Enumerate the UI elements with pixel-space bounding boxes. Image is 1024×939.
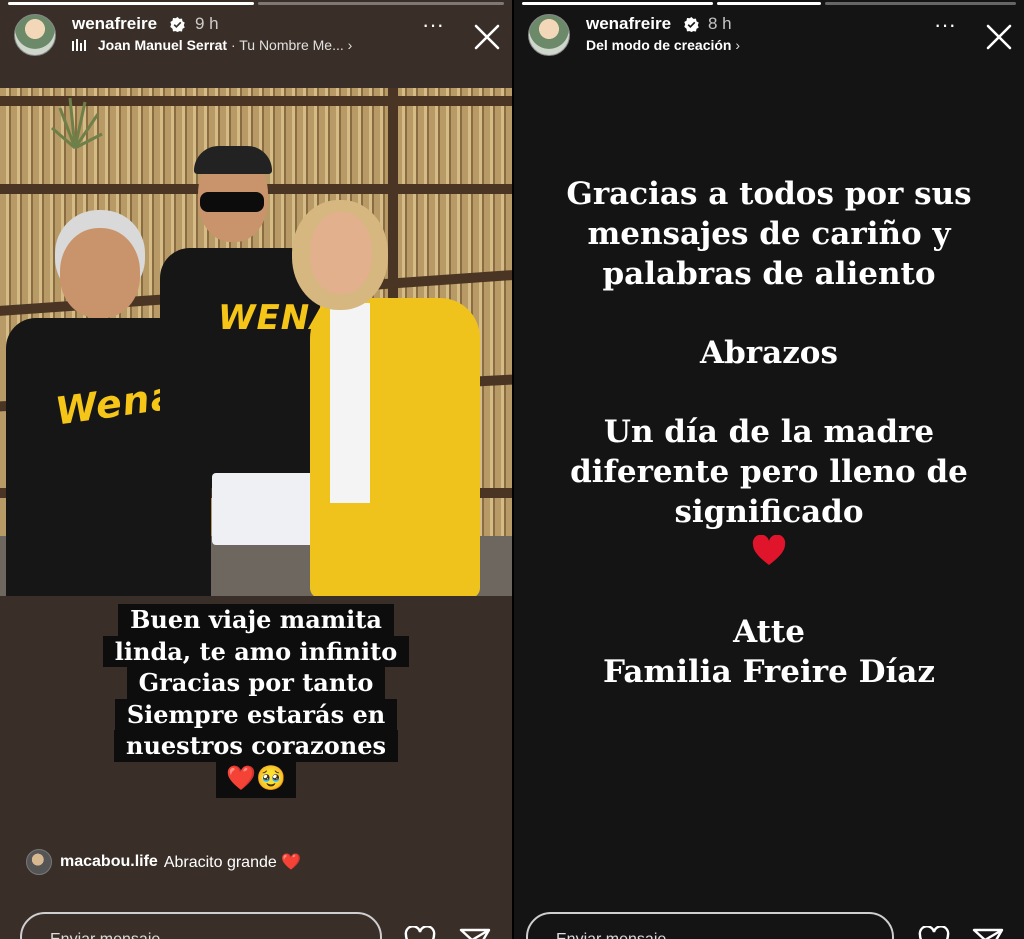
username[interactable]: wenafreire <box>72 14 157 34</box>
progress-segment <box>258 2 504 5</box>
post-time: 8 h <box>708 14 732 33</box>
caption-line: Gracias por tanto <box>126 667 386 699</box>
verified-badge-icon <box>170 17 185 32</box>
caption-line: nuestros corazones <box>114 730 398 762</box>
caption-line: linda, te amo infinito <box>102 635 410 667</box>
post-time: 9 h <box>195 14 219 33</box>
send-icon[interactable] <box>972 926 1004 939</box>
progress-segment <box>522 2 713 5</box>
heart-emoji <box>752 535 786 565</box>
send-icon[interactable] <box>459 926 491 939</box>
mention-username[interactable]: macabou.life <box>60 853 158 871</box>
heart-icon[interactable] <box>404 926 436 939</box>
music-artist: Joan Manuel Serrat <box>97 37 228 53</box>
mention-reply[interactable]: macabou.life Abracito grande ❤️ <box>26 849 301 875</box>
story-text-block: Gracias a todos por sus mensajes de cari… <box>514 174 1024 294</box>
mention-text: Abracito grande ❤️ <box>163 854 302 871</box>
music-bars-icon <box>72 39 86 51</box>
story-photo: Wena! WENA <box>0 88 512 596</box>
story-progress-bar <box>8 2 504 5</box>
music-info[interactable]: Joan Manuel Serrat · Tu Nombre Me... › <box>72 37 352 53</box>
avatar <box>26 849 52 875</box>
caption-line: Buen viaje mamita <box>118 604 394 636</box>
more-options-icon[interactable]: ··· <box>420 14 446 38</box>
story-panel-right[interactable]: wenafreire 8 h Del modo de creación › ··… <box>514 0 1024 939</box>
story-text-line: Familia Freire Díaz <box>603 654 935 690</box>
story-text-line: diferente pero lleno de <box>570 454 968 490</box>
story-text-block: Abrazos <box>514 333 1024 373</box>
story-text-line: Atte <box>733 614 805 650</box>
close-icon[interactable] <box>984 22 1014 52</box>
story-text-line: Abrazos <box>700 335 838 371</box>
caption-emoji: ❤️🥹 <box>216 761 296 798</box>
story-panel-left[interactable]: wenafreire 9 h Joan Manuel Serrat · Tu N… <box>0 0 512 939</box>
story-text-line: Un día de la madre <box>603 414 935 450</box>
story-header: wenafreire 9 h Joan Manuel Serrat · Tu N… <box>14 12 502 58</box>
story-text-line: significado <box>674 494 864 530</box>
story-progress-bar <box>522 2 1017 5</box>
subtitle: Del modo de creación <box>586 37 732 53</box>
message-input[interactable]: Enviar mensaje <box>526 912 894 939</box>
verified-badge-icon <box>684 17 699 32</box>
heart-icon[interactable] <box>918 926 950 939</box>
story-text-line: palabras de aliento <box>602 256 936 292</box>
story-header: wenafreire 8 h Del modo de creación › ··… <box>528 12 1014 58</box>
music-song: · Tu Nombre Me... <box>230 37 344 53</box>
progress-segment <box>825 2 1017 5</box>
story-caption: Buen viaje mamita linda, te amo infinito… <box>97 604 415 798</box>
plant-decoration <box>51 97 103 150</box>
progress-segment <box>8 2 254 5</box>
avatar[interactable] <box>14 14 56 56</box>
story-text-block: Atte Familia Freire Díaz <box>514 612 1024 692</box>
more-options-icon[interactable]: ··· <box>932 14 958 38</box>
close-icon[interactable] <box>472 22 502 52</box>
story-text-line: Gracias a todos por sus <box>566 176 972 212</box>
message-input[interactable]: Enviar mensaje <box>20 912 382 939</box>
creation-mode-link[interactable]: Del modo de creación › <box>586 37 740 53</box>
caption-line: Siempre estarás en <box>114 698 398 730</box>
chevron-right-icon: › <box>347 37 353 53</box>
story-text-line: mensajes de cariño y <box>587 216 951 252</box>
username[interactable]: wenafreire <box>586 14 671 34</box>
progress-segment <box>716 2 822 5</box>
story-text-block: Un día de la madre diferente pero lleno … <box>514 412 1024 532</box>
chevron-right-icon: › <box>735 37 741 53</box>
avatar[interactable] <box>528 14 570 56</box>
